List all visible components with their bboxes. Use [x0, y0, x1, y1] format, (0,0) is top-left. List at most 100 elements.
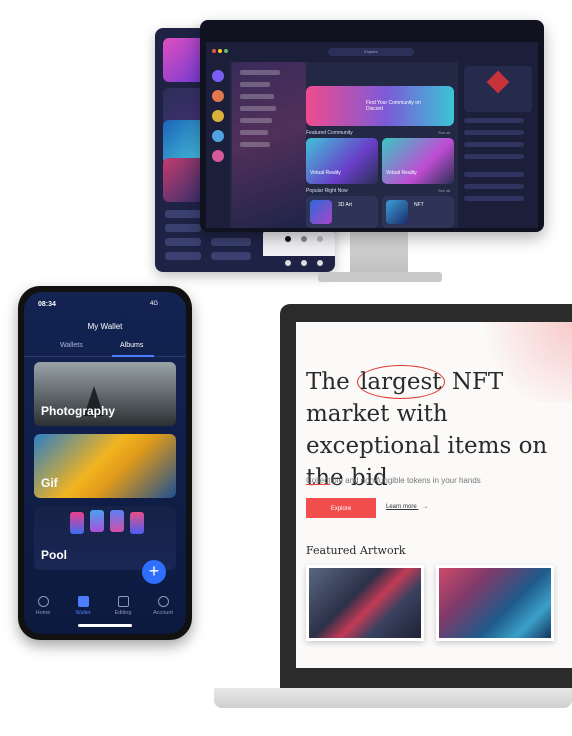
server-icon[interactable]: [212, 70, 224, 82]
server-icon[interactable]: [212, 110, 224, 122]
nav-label: Account: [153, 610, 173, 616]
monitor-stand: [350, 232, 408, 276]
add-button[interactable]: +: [142, 560, 166, 584]
nav-account[interactable]: Account: [146, 596, 180, 616]
plus-icon: +: [148, 561, 160, 581]
see-all-link[interactable]: See all: [438, 130, 450, 135]
member-row[interactable]: [464, 172, 524, 177]
color-swatch[interactable]: [285, 236, 291, 242]
laptop-screen: The largest NFT market with exceptional …: [296, 322, 572, 668]
status-time: 08:34: [38, 301, 56, 308]
tab-divider: [24, 356, 186, 357]
profile-avatar[interactable]: [486, 70, 510, 94]
community-card[interactable]: 3D Art: [306, 196, 378, 228]
side-menu: [232, 62, 306, 228]
explore-button[interactable]: Explore: [306, 498, 376, 518]
menu-item[interactable]: [240, 118, 272, 123]
featured-community-heading: Featured Community: [306, 130, 353, 136]
learn-more-link[interactable]: Learn more →: [386, 504, 428, 510]
artwork-image: [439, 568, 551, 638]
tab-wallets[interactable]: Wallets: [60, 342, 83, 349]
phone-device: 08:34 4G My Wallet Wallets Albums Photog…: [18, 286, 192, 640]
nav-wallet[interactable]: Wallet: [66, 596, 100, 616]
nav-home[interactable]: Home: [26, 596, 60, 616]
community-card[interactable]: NFT: [382, 196, 454, 228]
tablet-list-row: [165, 224, 201, 232]
home-icon: [37, 596, 49, 607]
window-maximize-icon[interactable]: [224, 49, 228, 53]
member-row[interactable]: [464, 142, 524, 147]
tablet-list-row: [211, 238, 251, 246]
account-icon: [157, 596, 169, 607]
wallet-icon: [77, 596, 89, 607]
subtitle-rest: ible and non-fungible tokens in your han…: [330, 476, 481, 485]
see-all-link[interactable]: See all: [438, 188, 450, 193]
member-row[interactable]: [464, 130, 524, 135]
tool-dot[interactable]: [285, 260, 291, 266]
menu-item[interactable]: [240, 94, 274, 99]
tab-albums[interactable]: Albums: [120, 342, 143, 349]
learn-more-label: Learn more: [386, 504, 417, 510]
artwork-card[interactable]: [436, 565, 554, 641]
tool-dot[interactable]: [317, 260, 323, 266]
status-signal: 4G: [150, 301, 159, 307]
community-banner[interactable]: Find Your Community on Discord: [306, 86, 454, 126]
menu-item[interactable]: [240, 142, 270, 147]
card-title: NFT: [414, 202, 424, 208]
subtitle-underlined: Collect: [306, 476, 331, 485]
album-label: Photography: [41, 404, 115, 418]
server-icon[interactable]: [212, 130, 224, 142]
monitor-device: Explore Find Your Community on Discord F…: [200, 20, 544, 232]
server-icon[interactable]: [212, 90, 224, 102]
nft-card-art: [130, 512, 144, 534]
phone-screen: 08:34 4G My Wallet Wallets Albums Photog…: [24, 292, 186, 634]
album-label: Pool: [41, 548, 67, 562]
color-swatch[interactable]: [317, 236, 323, 242]
nav-label: Editing: [114, 610, 132, 616]
monitor-topbar: Explore: [206, 42, 538, 62]
member-row[interactable]: [464, 196, 524, 201]
laptop-base: [214, 688, 572, 708]
artwork-card[interactable]: [306, 565, 424, 641]
tab-indicator: [112, 355, 154, 357]
artwork-image: [309, 568, 421, 638]
color-swatch[interactable]: [301, 236, 307, 242]
card-title: 3D Art: [338, 202, 352, 208]
community-card[interactable]: Virtual Reality: [306, 138, 378, 184]
album-gif[interactable]: Gif: [34, 434, 176, 498]
server-icon[interactable]: [212, 150, 224, 162]
card-thumbnail: [310, 200, 332, 224]
card-thumbnail: [386, 200, 408, 224]
member-row[interactable]: [464, 154, 524, 159]
headline-pre: The: [306, 369, 350, 395]
banner-text: Find Your Community on Discord: [366, 100, 421, 112]
nav-label: Wallet: [75, 610, 91, 616]
menu-item[interactable]: [240, 130, 268, 135]
nav-editing[interactable]: Editing: [106, 596, 140, 616]
search-bar[interactable]: Explore: [328, 48, 414, 56]
community-card[interactable]: Virtual Reality: [382, 138, 454, 184]
edit-icon: [117, 596, 129, 607]
page-title: My Wallet: [87, 322, 123, 331]
menu-item[interactable]: [240, 106, 276, 111]
menu-item[interactable]: [240, 70, 280, 75]
card-title: Virtual Reality: [386, 170, 417, 176]
menu-item[interactable]: [240, 82, 270, 87]
popular-now-heading: Popular Right Now: [306, 188, 348, 194]
monitor-screen: Explore Find Your Community on Discord F…: [206, 42, 538, 228]
album-photography[interactable]: Photography: [34, 362, 176, 426]
window-close-icon[interactable]: [212, 49, 216, 53]
tablet-list-row: [165, 210, 201, 218]
search-label: Explore: [364, 49, 378, 54]
arrow-right-icon: →: [422, 504, 429, 510]
member-row[interactable]: [464, 184, 524, 189]
window-minimize-icon[interactable]: [218, 49, 222, 53]
nft-card-art: [110, 510, 124, 532]
member-row[interactable]: [464, 118, 524, 123]
hero-headline: The largest NFT market with exceptional …: [306, 365, 568, 494]
server-rail: [206, 62, 230, 228]
monitor-stand-base: [318, 272, 442, 282]
profile-card: [464, 66, 532, 112]
hero-subtitle: Collectible and non-fungible tokens in y…: [306, 476, 481, 485]
tool-dot[interactable]: [301, 260, 307, 266]
